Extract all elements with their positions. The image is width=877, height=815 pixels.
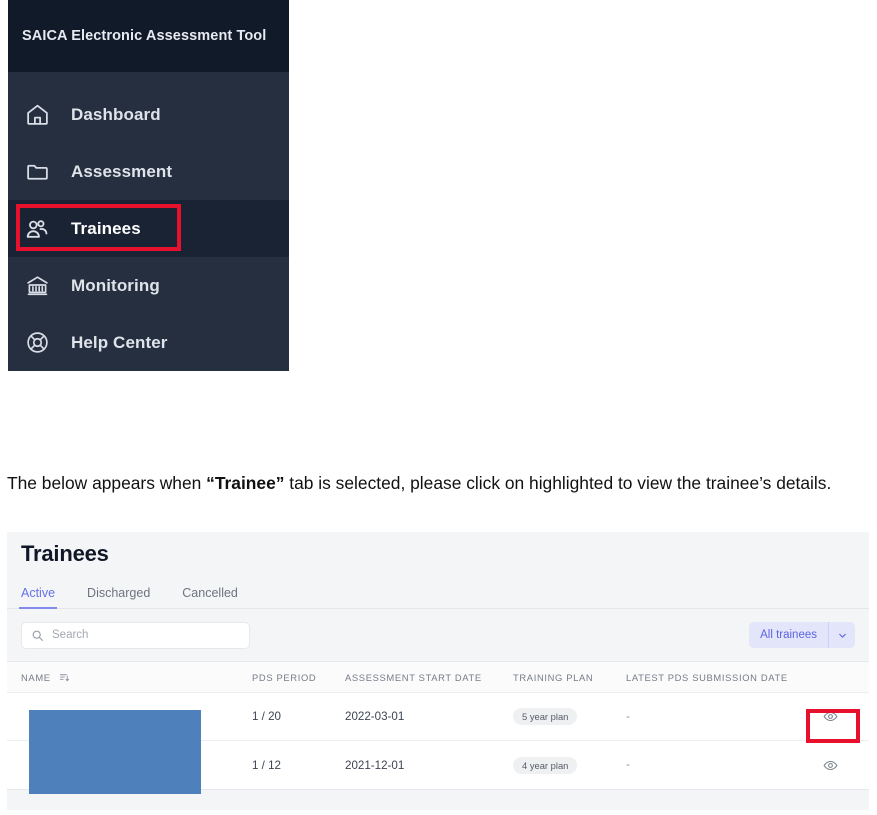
app-title: SAICA Electronic Assessment Tool — [22, 28, 267, 44]
sidebar-item-help-center[interactable]: Help Center — [8, 314, 289, 371]
sidebar-header: SAICA Electronic Assessment Tool — [8, 0, 289, 72]
column-header-name[interactable]: NAME — [21, 672, 252, 683]
trainee-filter-button[interactable]: All trainees — [749, 622, 855, 648]
column-header-latest-pds-submission-date: LATEST PDS SUBMISSION DATE — [626, 671, 788, 683]
cell-latest-pds-submission-date: - — [626, 759, 630, 771]
sidebar-item-assessment[interactable]: Assessment — [8, 143, 289, 200]
sidebar-item-label: Dashboard — [71, 104, 161, 124]
redaction-overlay-names — [29, 710, 201, 794]
tab-bar: Active Discharged Cancelled — [7, 575, 869, 609]
lifebuoy-icon — [22, 328, 52, 358]
cell-pds-period: 1 / 20 — [252, 710, 282, 723]
instruction-caption: The below appears when “Trainee” tab is … — [7, 471, 863, 497]
eye-icon[interactable] — [817, 753, 843, 777]
status-badge: 5 year plan — [513, 708, 578, 725]
cell-training-plan: 4 year plan — [513, 756, 626, 774]
search-input[interactable] — [52, 629, 240, 641]
search-icon — [31, 629, 44, 642]
sidebar-item-label: Help Center — [71, 332, 168, 352]
caption-part-1: The below appears when — [7, 473, 207, 493]
users-icon — [22, 214, 52, 244]
bank-icon — [22, 271, 52, 301]
column-header-pds-period: PDS PERIOD — [252, 671, 317, 683]
search-box[interactable] — [21, 621, 250, 649]
folder-icon — [22, 157, 52, 187]
column-header-label: NAME — [21, 671, 51, 683]
tab-discharged[interactable]: Discharged — [87, 586, 150, 608]
cell-actions — [806, 705, 854, 729]
sidebar-item-monitoring[interactable]: Monitoring — [8, 257, 289, 314]
sidebar-item-label: Monitoring — [71, 275, 160, 295]
sidebar-item-label: Trainees — [71, 218, 141, 238]
status-badge: 4 year plan — [513, 756, 578, 774]
table-header-row: NAME PDS PERIOD ASSESSMENT START DATE TR… — [7, 662, 869, 693]
cell-training-plan: 5 year plan — [513, 708, 626, 725]
eye-icon[interactable] — [817, 705, 843, 729]
filter-label: All trainees — [760, 629, 817, 641]
tab-cancelled[interactable]: Cancelled — [182, 586, 238, 608]
sidebar: SAICA Electronic Assessment Tool Dashboa… — [8, 0, 289, 371]
cell-latest-pds-submission-date: - — [626, 710, 630, 723]
sort-descending-icon[interactable] — [59, 672, 70, 683]
cell-actions — [806, 753, 854, 777]
cell-assessment-start-date: 2022-03-01 — [345, 710, 405, 723]
column-header-assessment-start-date: ASSESSMENT START DATE — [345, 671, 482, 683]
cell-assessment-start-date: 2021-12-01 — [345, 758, 405, 772]
table-toolbar: All trainees — [7, 609, 869, 661]
chevron-down-icon[interactable] — [828, 622, 855, 648]
caption-bold-term: “Trainee” — [206, 473, 285, 493]
sidebar-nav: Dashboard Assessment Trainees Monitoring… — [8, 72, 289, 371]
page-title: Trainees — [21, 541, 109, 566]
home-icon — [22, 100, 52, 130]
sidebar-item-label: Assessment — [71, 161, 173, 181]
sidebar-item-trainees[interactable]: Trainees — [8, 200, 289, 257]
caption-part-2: tab is selected, please click on highlig… — [284, 473, 832, 493]
tab-active[interactable]: Active — [18, 586, 58, 609]
sidebar-item-dashboard[interactable]: Dashboard — [8, 86, 289, 143]
column-header-training-plan: TRAINING PLAN — [513, 671, 594, 683]
cell-pds-period: 1 / 12 — [252, 758, 282, 772]
